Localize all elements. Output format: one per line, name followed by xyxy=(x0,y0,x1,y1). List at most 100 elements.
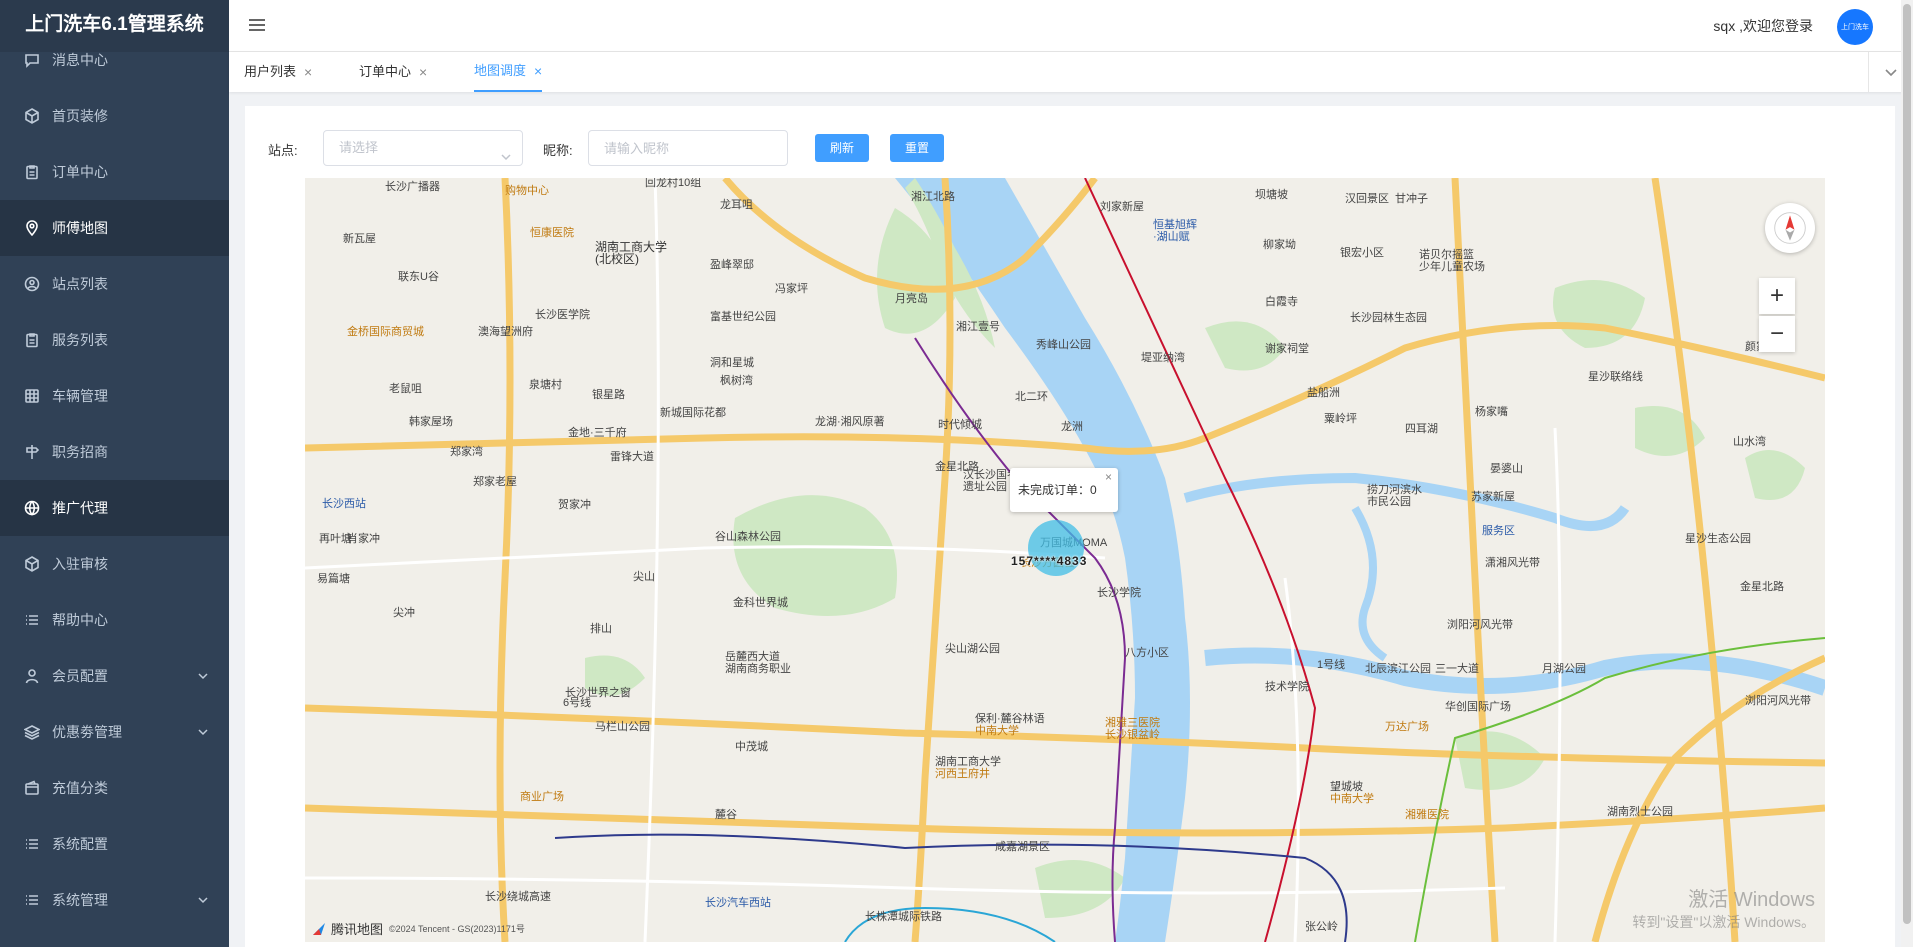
map-place-label: 月亮岛 xyxy=(895,293,928,305)
station-placeholder: 请选择 xyxy=(339,140,379,155)
sidebar-item-8[interactable]: 推广代理 xyxy=(0,480,229,536)
sidebar-item-15[interactable]: 系统管理 xyxy=(0,872,229,928)
map-place-label: 长沙园林生态园 xyxy=(1350,312,1427,324)
map-place-label: 堤亚纳湾 xyxy=(1141,352,1185,364)
map-place-label: 长沙西站 xyxy=(322,498,366,510)
tabs-bar: 用户列表 × 订单中心 × 地图调度 × xyxy=(229,52,1913,92)
sidebar-item-14[interactable]: 系统配置 xyxy=(0,816,229,872)
map-place-label: (北校区) xyxy=(595,252,639,266)
sidebar-item-label: 系统管理 xyxy=(52,892,108,908)
map-place-label: 金科世界城 xyxy=(733,597,788,609)
map-logo: 腾讯地图 ©2024 Tencent - GS(2023)1171号 xyxy=(311,919,525,938)
sidebar-item-6[interactable]: 车辆管理 xyxy=(0,368,229,424)
map-place-label: 三一大道 xyxy=(1435,663,1479,675)
map-place-label: 联东U谷 xyxy=(398,271,439,283)
sidebar-menu: 消息中心 首页装修 订单中心师傅地图站点列表服务列表 车辆管理职务招商推广代理入驻审核… xyxy=(0,32,229,928)
map-place-label: 排山 xyxy=(590,623,612,635)
sidebar-item-label: 入驻审核 xyxy=(52,556,108,572)
sidebar-item-12[interactable]: 优惠劵管理 xyxy=(0,704,229,760)
tab-map-dispatch[interactable]: 地图调度 × xyxy=(474,52,543,92)
sidebar-item-0[interactable]: 消息中心 xyxy=(0,32,229,88)
map-place-label: 1号线 xyxy=(1317,659,1346,671)
map-place-label: 河西王府井 xyxy=(935,768,990,780)
map-place-label: 龙湖·湘风原著 xyxy=(815,416,885,428)
map-place-label: 白霞寺 xyxy=(1265,296,1298,308)
map-place-label: 长沙广播器 xyxy=(385,181,440,193)
map-place-label: 湘雅医院 xyxy=(1405,809,1449,821)
sidebar-item-label: 职务招商 xyxy=(52,444,108,460)
map-place-label: 富基世纪公园 xyxy=(710,311,776,323)
map-place-label: 北二环 xyxy=(1015,391,1048,403)
map-place-label: 枫树湾 xyxy=(720,375,753,387)
map-logo-text: 腾讯地图 xyxy=(331,922,384,937)
map-place-label: 刘家新屋 xyxy=(1100,201,1144,213)
compass-icon[interactable] xyxy=(1765,203,1815,253)
sidebar-item-10[interactable]: 帮助中心 xyxy=(0,592,229,648)
clipboard-icon xyxy=(24,332,40,348)
list-icon xyxy=(24,836,40,852)
map-place-label: 坝塘坡 xyxy=(1255,189,1288,201)
close-icon[interactable]: × xyxy=(304,54,312,90)
map-place-label: 服务区 xyxy=(1482,525,1515,537)
map-view[interactable]: 长沙广播器 购物中心 回龙村10组 龙耳咀 刘家新屋 坝塘坡 汉回景区 甘冲子 新瓦屋 恒康医院湖… xyxy=(305,178,1825,942)
map-place-label: 雷锋大道 xyxy=(610,451,654,463)
map-place-label: 龙洲 xyxy=(1061,421,1083,433)
wallet-icon xyxy=(24,780,40,796)
station-label: 站点: xyxy=(268,143,298,158)
map-place-label: 马栏山公园 xyxy=(595,721,650,733)
map-place-label: 技术学院 xyxy=(1265,681,1309,693)
sidebar-item-label: 师傅地图 xyxy=(52,220,108,236)
map-place-label: 少年儿童农场 xyxy=(1419,261,1485,273)
map-place-label: 汉回景区 xyxy=(1345,193,1389,205)
tab-order-center[interactable]: 订单中心 × xyxy=(359,52,427,92)
windows-watermark-title: 激活 Windows xyxy=(1688,889,1815,911)
close-icon[interactable]: × xyxy=(534,53,542,89)
tab-user-list[interactable]: 用户列表 × xyxy=(244,52,312,92)
sidebar-item-13[interactable]: 充值分类 xyxy=(0,760,229,816)
map-place-label: 湘江壹号 xyxy=(956,321,1000,333)
sidebar-item-1[interactable]: 首页装修 xyxy=(0,88,229,144)
sidebar-item-2[interactable]: 订单中心 xyxy=(0,144,229,200)
sidebar-item-label: 帮助中心 xyxy=(52,612,108,628)
map-place-label: 长株潭城际铁路 xyxy=(865,911,942,923)
hamburger-icon[interactable] xyxy=(249,16,269,36)
sidebar-item-5[interactable]: 服务列表 xyxy=(0,312,229,368)
user-circle-icon xyxy=(24,276,40,292)
map-place-label: 秀峰山公园 xyxy=(1036,339,1091,351)
map-place-label: 金桥国际商贸城 xyxy=(347,326,424,338)
close-icon[interactable]: × xyxy=(419,54,427,90)
refresh-button[interactable]: 刷新 xyxy=(815,134,870,162)
map-place-label: 盈峰翠邸 xyxy=(710,259,754,271)
map-place-label: 尖冲 xyxy=(393,607,415,619)
sidebar-item-7[interactable]: 职务招商 xyxy=(0,424,229,480)
cube-icon xyxy=(24,108,40,124)
zoom-out-button[interactable]: − xyxy=(1759,316,1795,352)
scrollbar-thumb[interactable] xyxy=(1903,4,1911,924)
map-place-label: 洞和星城 xyxy=(710,357,754,369)
map-copyright: ©2024 Tencent - GS(2023)1171号 xyxy=(389,924,525,934)
zoom-in-button[interactable]: + xyxy=(1759,278,1795,314)
avatar[interactable]: 上门洗车 xyxy=(1837,9,1873,45)
clipboard-icon xyxy=(24,164,40,180)
map-place-label: 湖南烈士公园 xyxy=(1607,806,1673,818)
page-scrollbar[interactable] xyxy=(1901,0,1913,947)
map-place-label: 贺家冲 xyxy=(558,499,591,511)
map-place-label: 四耳湖 xyxy=(1405,423,1438,435)
nickname-input[interactable] xyxy=(588,130,788,166)
reset-button[interactable]: 重置 xyxy=(890,134,945,162)
map-place-label: 长沙绕城高速 xyxy=(485,891,551,903)
sidebar-item-9[interactable]: 入驻审核 xyxy=(0,536,229,592)
sidebar-item-11[interactable]: 会员配置 xyxy=(0,648,229,704)
map-place-label: 长沙银盆岭 xyxy=(1105,729,1160,741)
station-select[interactable]: 请选择 xyxy=(323,130,523,166)
sidebar-item-3[interactable]: 师傅地图 xyxy=(0,200,229,256)
sidebar-item-label: 站点列表 xyxy=(52,276,108,292)
globe-icon xyxy=(24,500,40,516)
sidebar-item-4[interactable]: 站点列表 xyxy=(0,256,229,312)
map-place-label: 山水湾 xyxy=(1733,436,1766,448)
map-place-label: 中茂城 xyxy=(735,741,768,753)
map-place-label: 月湖公园 xyxy=(1542,663,1586,675)
map-place-label: 华创国际广场 xyxy=(1445,701,1511,713)
close-icon[interactable]: × xyxy=(1105,470,1112,484)
map-place-label: 郑家湾 xyxy=(450,446,483,458)
